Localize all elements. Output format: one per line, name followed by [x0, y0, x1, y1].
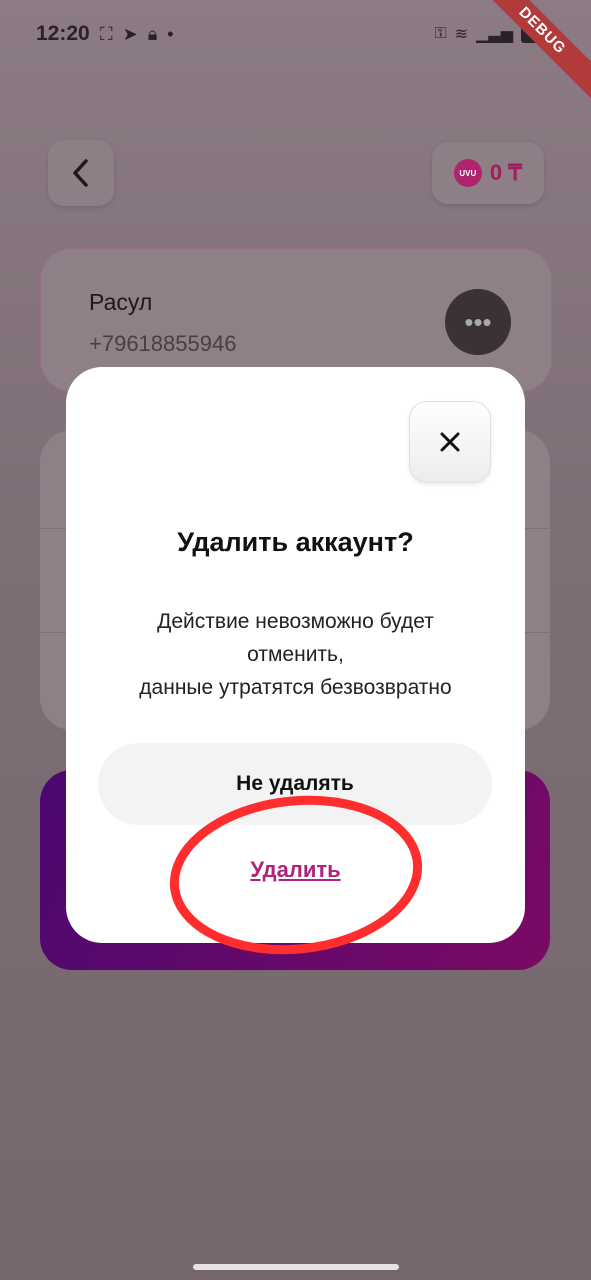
dialog-message: Действие невозможно будет отменить, данн…: [139, 610, 452, 699]
delete-account-button[interactable]: Удалить: [66, 857, 525, 883]
key-icon: ⚿: [434, 25, 447, 42]
balance-button[interactable]: UVU 0 ₸: [432, 142, 544, 204]
chevron-left-icon: [73, 159, 88, 187]
telegram-icon: ➤: [122, 24, 138, 44]
coin-icon: UVU: [453, 159, 482, 187]
screenshot-icon: ⛶: [100, 24, 113, 44]
balance-amount: 0 ₸: [489, 160, 523, 185]
delete-account-dialog: Удалить аккаунт? Действие невозможно буд…: [66, 367, 525, 943]
wifi-icon: ≋: [454, 26, 469, 43]
close-button[interactable]: [409, 401, 491, 483]
ellipsis-icon: •••: [464, 306, 492, 337]
profile-phone: +79618855946: [89, 331, 237, 356]
status-time: 12:20: [36, 22, 90, 45]
status-bar: 12:20 ⛶ ➤ 🔒︎ • ⚿ ≋ ▁▃▅ DEBUG: [0, 0, 591, 108]
dialog-title: Удалить аккаунт?: [177, 527, 414, 557]
lock-icon: 🔒︎: [147, 24, 158, 44]
more-options-button[interactable]: •••: [445, 289, 511, 355]
keep-account-button[interactable]: Не удалять: [98, 743, 492, 825]
back-button[interactable]: [48, 140, 114, 206]
status-icons-left: ⛶ ➤ 🔒︎ •: [100, 24, 174, 45]
signal-icon: ▁▃▅: [476, 26, 513, 43]
profile-name: Расул: [89, 289, 153, 315]
close-icon: [440, 432, 460, 452]
home-indicator[interactable]: [193, 1264, 399, 1270]
dot-icon: •: [167, 24, 174, 44]
